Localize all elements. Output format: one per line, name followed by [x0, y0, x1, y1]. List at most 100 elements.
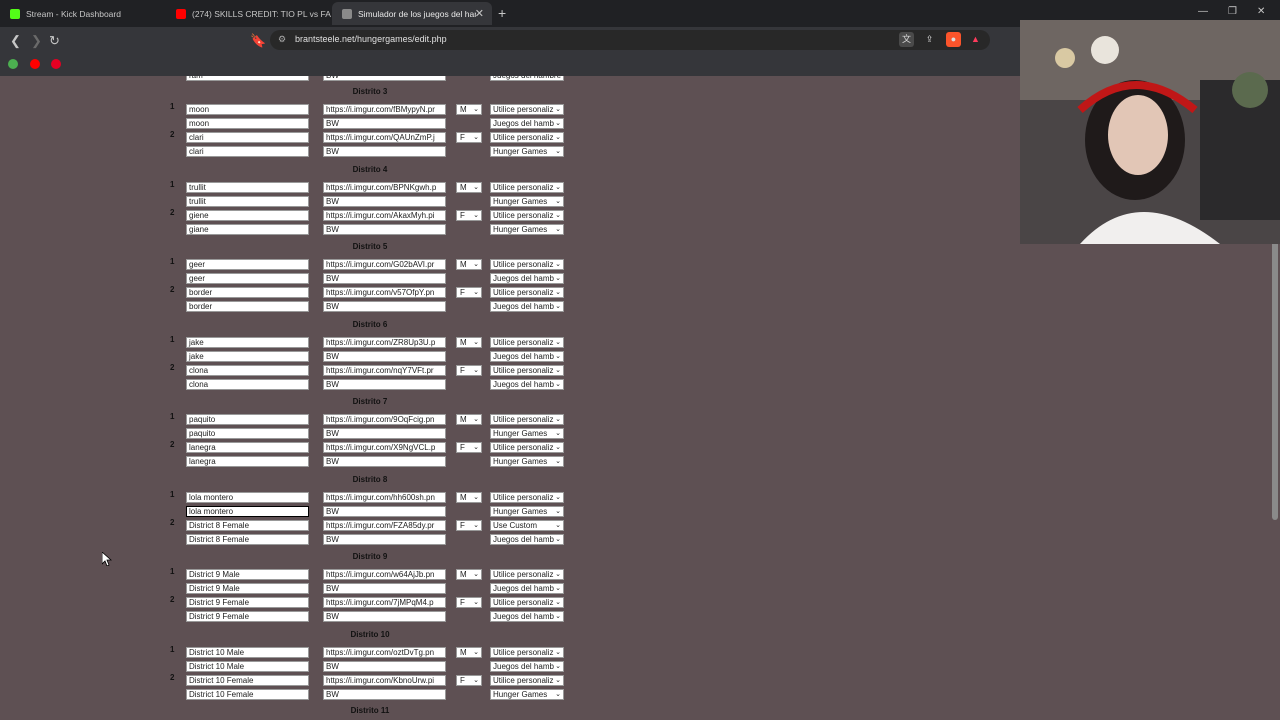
share-icon[interactable]: ⇪ [922, 32, 937, 47]
reload-icon[interactable]: ↻ [49, 33, 60, 49]
tribute-name-input[interactable]: paquito [186, 414, 309, 425]
image-source-select[interactable]: Utilice personaliz ⌄ [490, 336, 564, 348]
tribute-image-url-input[interactable]: https://i.imgur.com/nqY7VFt.pr [323, 364, 446, 376]
gender-select[interactable]: M ⌄ [456, 569, 482, 580]
tribute-name-input[interactable]: clari [186, 132, 309, 143]
tribute-name-input[interactable]: lanegra [186, 442, 309, 453]
tribute-name-input[interactable]: District 10 Male [186, 646, 309, 658]
tribute-name-input[interactable]: ram [186, 76, 309, 81]
brave-shield-icon[interactable]: ● [946, 32, 961, 47]
image-source-select[interactable]: Utilice personaliz ⌄ [490, 569, 564, 580]
image-type-select[interactable]: Hunger Games ⌄ [490, 428, 564, 439]
tribute-dead-image-input[interactable]: BW [323, 118, 446, 129]
bookmark-kick-icon[interactable] [8, 59, 18, 69]
gender-select[interactable]: F ⌄ [456, 597, 482, 608]
tribute-dead-image-input[interactable]: BW [323, 533, 446, 545]
tribute-name-input[interactable]: giene [186, 209, 309, 221]
image-source-select[interactable]: Utilice personaliz ⌄ [490, 364, 564, 376]
image-type-select[interactable]: Juegos del hamb ⌄ [490, 378, 564, 390]
tribute-dead-image-input[interactable]: BW [323, 660, 446, 672]
image-source-select[interactable]: Use Custom ⌄ [490, 519, 564, 531]
tribute-nickname-input[interactable]: giane [186, 223, 309, 235]
image-type-select[interactable]: Juegos del hamb ⌄ [490, 660, 564, 672]
image-source-select[interactable]: Utilice personaliz ⌄ [490, 181, 564, 193]
bookmark-youtube-icon[interactable] [30, 59, 40, 69]
gender-select[interactable]: F ⌄ [456, 674, 482, 686]
tribute-nickname-input[interactable]: clari [186, 146, 309, 157]
tribute-nickname-input[interactable]: District 9 Male [186, 583, 309, 594]
tribute-nickname-input[interactable]: District 10 Female [186, 688, 309, 700]
tribute-name-input[interactable]: trullit [186, 181, 309, 193]
tribute-image-url-input[interactable]: https://i.imgur.com/X9NgVCL.p [323, 442, 446, 453]
tribute-dead-image-input[interactable]: BW [323, 611, 446, 622]
image-source-select[interactable]: Utilice personaliz ⌄ [490, 209, 564, 221]
gender-select[interactable]: F ⌄ [456, 364, 482, 376]
tribute-name-input[interactable]: lola montero [186, 491, 309, 503]
back-icon[interactable]: ❮ [10, 33, 21, 49]
image-type-select[interactable]: Hunger Games ⌄ [490, 688, 564, 700]
tribute-nickname-input[interactable]: clona [186, 378, 309, 390]
image-type-select[interactable]: Juegos del hamb ⌄ [490, 583, 564, 594]
gender-select[interactable]: M ⌄ [456, 414, 482, 425]
image-type-select[interactable]: Hunger Games ⌄ [490, 146, 564, 157]
gender-select[interactable]: M ⌄ [456, 491, 482, 503]
image-type-select[interactable]: Juegos del hamb ⌄ [490, 118, 564, 129]
tribute-name-input[interactable]: jake [186, 336, 309, 348]
tribute-image-url-input[interactable]: https://i.imgur.com/BPNKgwh.p [323, 181, 446, 193]
tribute-image-url-input[interactable]: https://i.imgur.com/QAUnZmP.j [323, 132, 446, 143]
tribute-dead-image-input[interactable]: BW [323, 195, 446, 207]
tribute-nickname-input[interactable]: moon [186, 118, 309, 129]
tribute-image-url-input[interactable]: https://i.imgur.com/fBMypyN.pr [323, 104, 446, 115]
image-source-select[interactable]: Utilice personaliz ⌄ [490, 287, 564, 298]
tribute-image-url-input[interactable]: https://i.imgur.com/9OqFcig.pn [323, 414, 446, 425]
gender-select[interactable]: M ⌄ [456, 181, 482, 193]
tribute-dead-image-input[interactable]: BW [323, 688, 446, 700]
tribute-name-input[interactable]: District 9 Female [186, 597, 309, 608]
tribute-nickname-input[interactable]: geer [186, 273, 309, 284]
tribute-nickname-input[interactable]: lanegra [186, 456, 309, 467]
tribute-name-input[interactable]: District 9 Male [186, 569, 309, 580]
tribute-nickname-input[interactable]: District 8 Female [186, 533, 309, 545]
close-tab-icon[interactable]: ✕ [475, 7, 484, 20]
tribute-image-url-input[interactable]: https://i.imgur.com/hh600sh.pn [323, 491, 446, 503]
image-source-select[interactable]: Utilice personaliz ⌄ [490, 646, 564, 658]
tribute-dead-image-input[interactable]: BW [323, 378, 446, 390]
image-type-select[interactable]: Juegos del hamb ⌄ [490, 533, 564, 545]
tribute-nickname-input[interactable]: border [186, 301, 309, 312]
tribute-dead-image-input[interactable]: BW [323, 456, 446, 467]
image-type-select[interactable]: Juegos del hamb ⌄ [490, 301, 564, 312]
tribute-nickname-input[interactable]: paquito [186, 428, 309, 439]
gender-select[interactable]: F ⌄ [456, 209, 482, 221]
tribute-dead-image-input[interactable]: BW [323, 428, 446, 439]
gender-select[interactable]: F ⌄ [456, 132, 482, 143]
image-source-select[interactable]: Utilice personaliz ⌄ [490, 414, 564, 425]
tab-hunger-games[interactable]: Simulador de los juegos del ham ✕ [332, 2, 492, 25]
tribute-name-input[interactable]: border [186, 287, 309, 298]
image-type-select[interactable]: Hunger Games ⌄ [490, 505, 564, 517]
minimize-icon[interactable]: — [1198, 6, 1208, 17]
image-type-select[interactable]: Juegos del hambre [490, 76, 564, 81]
image-source-select[interactable]: Utilice personaliz ⌄ [490, 259, 564, 270]
image-source-select[interactable]: Utilice personaliz ⌄ [490, 132, 564, 143]
tribute-dead-image-input[interactable]: BW [323, 223, 446, 235]
tribute-nickname-input[interactable]: jake [186, 350, 309, 362]
tribute-image-url-input[interactable]: https://i.imgur.com/KbnoUrw.pi [323, 674, 446, 686]
image-source-select[interactable]: Utilice personaliz ⌄ [490, 674, 564, 686]
tribute-image-url-input[interactable]: https://i.imgur.com/oztDvTg.pn [323, 646, 446, 658]
image-type-select[interactable]: Hunger Games ⌄ [490, 195, 564, 207]
translate-icon[interactable]: 文 [899, 32, 914, 47]
tribute-dead-image-input[interactable]: BW [323, 301, 446, 312]
image-source-select[interactable]: Utilice personaliz ⌄ [490, 491, 564, 503]
gender-select[interactable]: F ⌄ [456, 442, 482, 453]
bookmark-pinterest-icon[interactable] [51, 59, 61, 69]
tribute-image-url-input[interactable]: https://i.imgur.com/G02bAVI.pr [323, 259, 446, 270]
image-source-select[interactable]: Utilice personaliz ⌄ [490, 597, 564, 608]
tribute-name-input[interactable]: District 8 Female [186, 519, 309, 531]
tribute-nickname-input[interactable]: trullit [186, 195, 309, 207]
tab-kick-dashboard[interactable]: Stream - Kick Dashboard [0, 2, 165, 25]
tribute-image-url-input[interactable]: https://i.imgur.com/ZR8Up3U.p [323, 336, 446, 348]
image-type-select[interactable]: Juegos del hamb ⌄ [490, 350, 564, 362]
gender-select[interactable]: M ⌄ [456, 104, 482, 115]
scrollbar-thumb[interactable] [1272, 238, 1278, 520]
image-type-select[interactable]: Hunger Games ⌄ [490, 223, 564, 235]
